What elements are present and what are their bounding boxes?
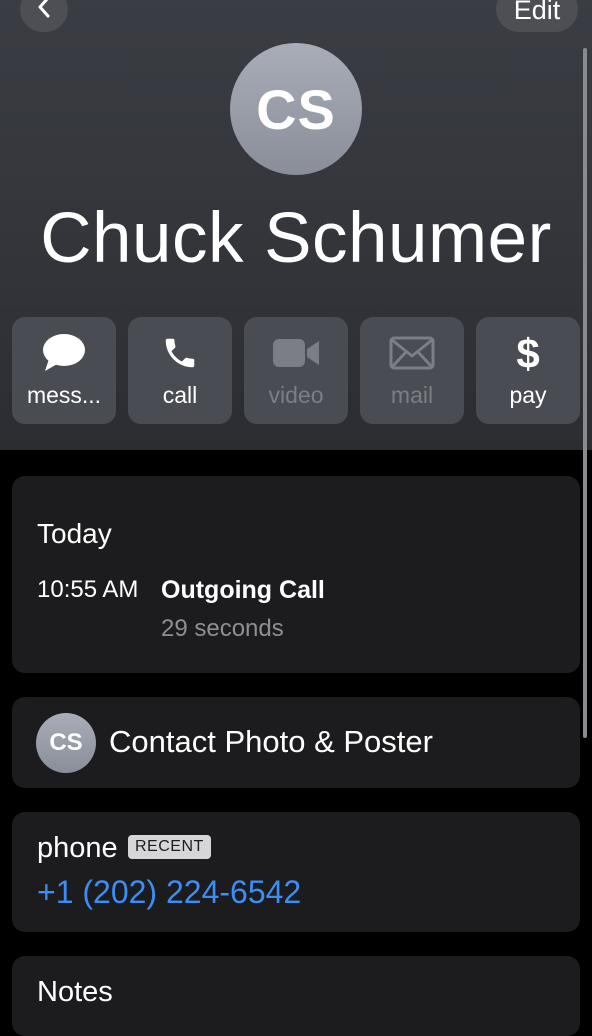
- contact-photo-poster-row[interactable]: CS Contact Photo & Poster: [12, 697, 580, 788]
- video-label: video: [268, 382, 324, 408]
- quick-actions: mess... call video mail $ pay: [12, 317, 580, 424]
- phone-label: phone: [37, 832, 118, 864]
- chevron-left-icon: [37, 0, 51, 23]
- envelope-icon: [389, 333, 435, 373]
- phone-number-link[interactable]: +1 (202) 224-6542: [37, 874, 301, 911]
- video-button[interactable]: video: [244, 317, 348, 424]
- edit-button[interactable]: Edit: [496, 0, 578, 32]
- pay-label: pay: [509, 382, 547, 408]
- contact-header: Edit CS Chuck Schumer mess... call video: [0, 0, 592, 450]
- contact-avatar: CS: [230, 43, 362, 175]
- call-history-card: Today 10:55 AM Outgoing Call 29 seconds: [12, 476, 580, 673]
- call-button[interactable]: call: [128, 317, 232, 424]
- call-time: 10:55 AM: [37, 576, 139, 603]
- phone-card: phone RECENT +1 (202) 224-6542: [12, 812, 580, 932]
- mail-label: mail: [390, 382, 434, 408]
- call-type: Outgoing Call: [161, 576, 325, 604]
- notes-card[interactable]: Notes: [12, 956, 580, 1036]
- poster-avatar: CS: [36, 713, 96, 773]
- call-label: call: [162, 382, 198, 408]
- dollar-icon: $: [514, 331, 542, 375]
- phone-icon: [161, 333, 199, 373]
- call-duration: 29 seconds: [161, 615, 284, 642]
- back-button[interactable]: [20, 0, 68, 32]
- message-button[interactable]: mess...: [12, 317, 116, 424]
- scrollbar[interactable]: [583, 48, 587, 738]
- mail-button[interactable]: mail: [360, 317, 464, 424]
- message-bubble-icon: [41, 333, 87, 373]
- svg-text:$: $: [516, 331, 539, 375]
- recent-badge: RECENT: [128, 835, 211, 859]
- pay-button[interactable]: $ pay: [476, 317, 580, 424]
- notes-label: Notes: [37, 976, 113, 1008]
- video-camera-icon: [272, 333, 320, 373]
- history-date-heading: Today: [37, 518, 112, 549]
- poster-label: Contact Photo & Poster: [109, 724, 433, 759]
- message-label: mess...: [26, 382, 102, 408]
- contact-name: Chuck Schumer: [40, 199, 552, 278]
